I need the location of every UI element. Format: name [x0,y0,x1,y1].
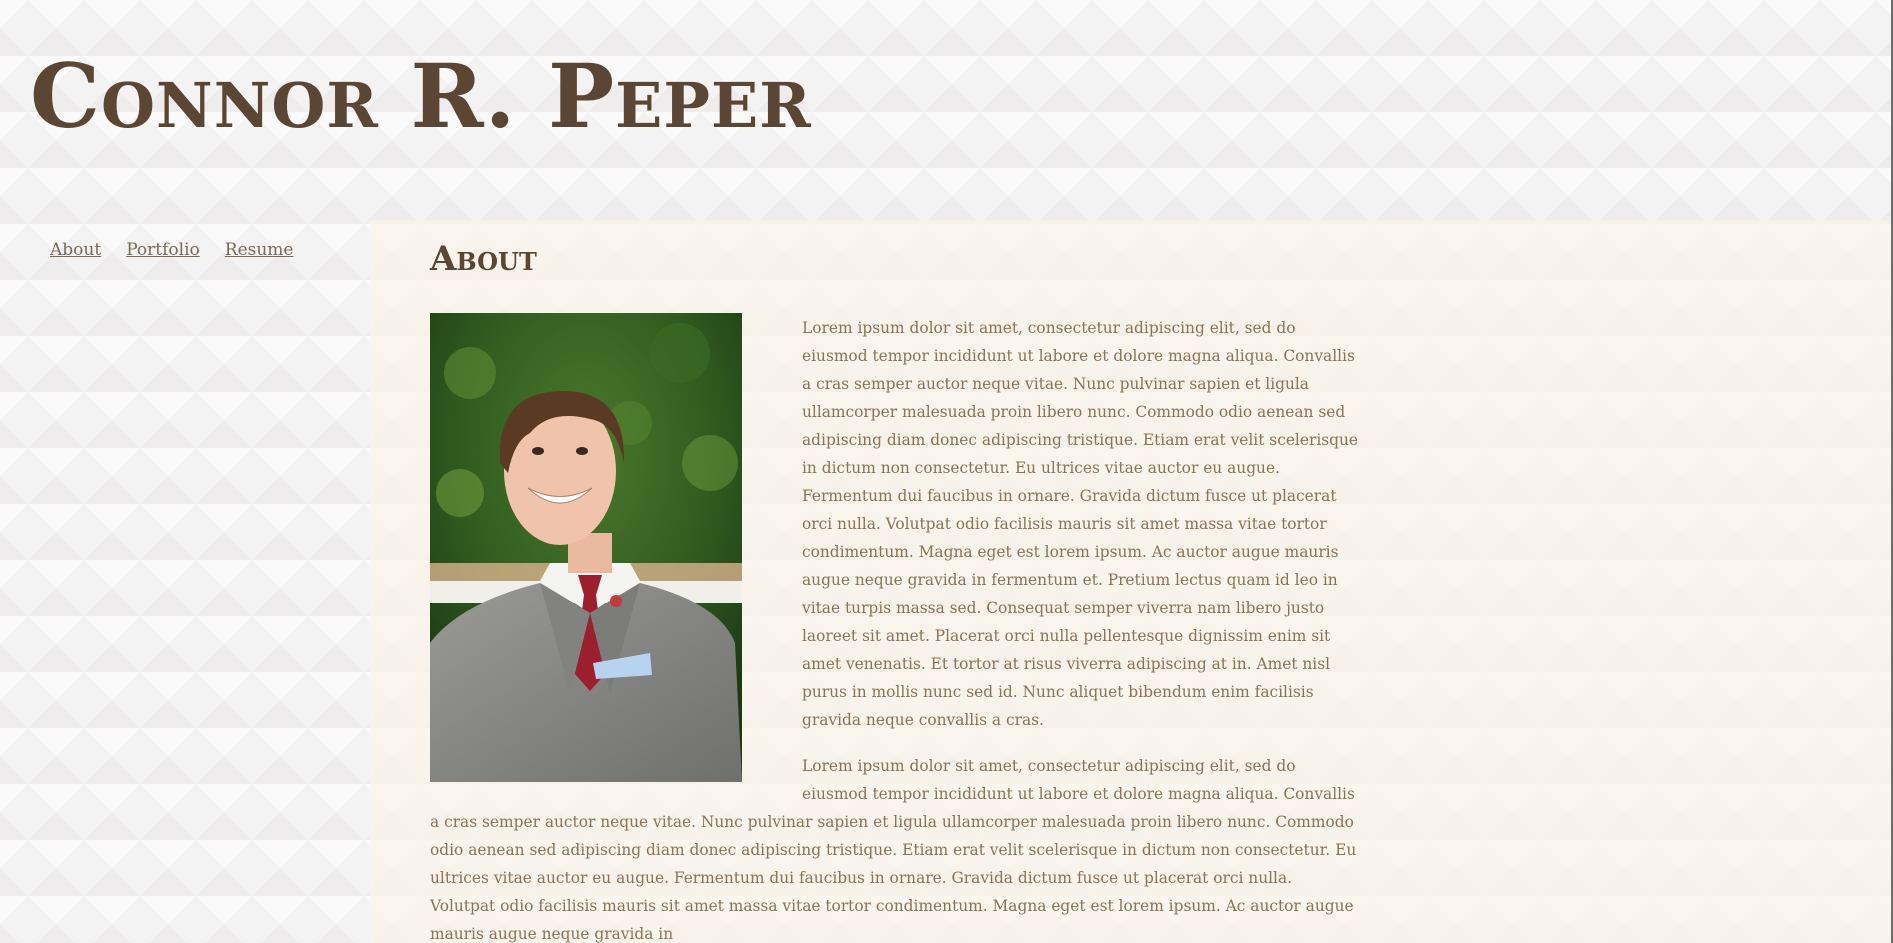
site-header: Connor R. Peper [0,0,1891,215]
nav-link-portfolio[interactable]: Portfolio [126,240,200,260]
content-panel: About Lorem ipsum dolor sit amet, consec… [370,220,1891,943]
nav-link-resume[interactable]: Resume [225,240,294,260]
about-article: Lorem ipsum dolor sit amet, consectetur … [430,313,1362,943]
nav-link-about[interactable]: About [50,240,101,260]
site-title: Connor R. Peper [30,44,812,148]
section-heading: About [430,239,537,279]
main-nav: About Portfolio Resume [50,240,293,260]
portrait-photo [430,313,742,782]
